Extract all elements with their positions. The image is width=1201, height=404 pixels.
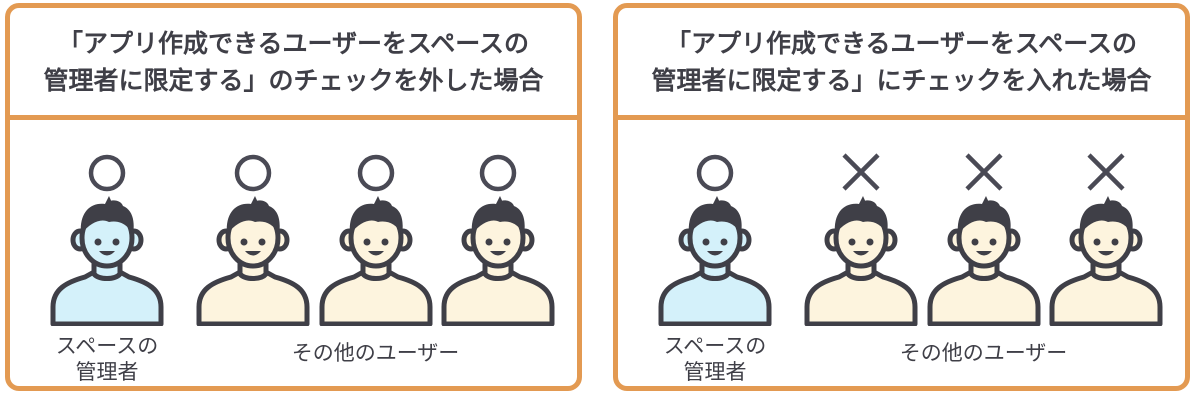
people-area: スペースの 管理者 その他のユーザー bbox=[10, 120, 577, 386]
people-area: スペースの 管理者 その他のユーザー bbox=[618, 120, 1185, 386]
cross-mark-icon bbox=[1087, 153, 1125, 191]
panel-title-line2: 管理者に限定する」のチェックを外した場合 bbox=[43, 65, 544, 95]
admin-label-line1: スペースの bbox=[55, 334, 159, 358]
cross-mark-icon bbox=[965, 153, 1003, 191]
circle-mark-icon bbox=[88, 154, 126, 192]
circle-mark-icon bbox=[357, 154, 395, 192]
circle-mark-icon bbox=[234, 154, 272, 192]
panel-title: 「アプリ作成できるユーザーをスペースの 管理者に限定する」にチェックを入れた場合 bbox=[618, 8, 1185, 120]
admin-person-icon bbox=[655, 196, 775, 326]
panel-title: 「アプリ作成できるユーザーをスペースの 管理者に限定する」のチェックを外した場合 bbox=[10, 8, 577, 120]
panel-checked: 「アプリ作成できるユーザーをスペースの 管理者に限定する」にチェックを入れた場合… bbox=[613, 3, 1190, 391]
panel-title-line1: 「アプリ作成できるユーザーをスペースの bbox=[665, 28, 1137, 58]
user-person-icon bbox=[438, 196, 558, 326]
user-person-icon bbox=[1046, 196, 1166, 326]
user-person-icon bbox=[801, 196, 921, 326]
admin-label-line2: 管理者 bbox=[683, 360, 747, 384]
admin-label-line2: 管理者 bbox=[75, 360, 139, 384]
user-person-icon bbox=[193, 196, 313, 326]
admin-label: スペースの 管理者 bbox=[47, 333, 167, 385]
panel-title-line1: 「アプリ作成できるユーザーをスペースの bbox=[57, 28, 529, 58]
users-label: その他のユーザー bbox=[899, 341, 1068, 365]
users-label: その他のユーザー bbox=[291, 341, 460, 365]
admin-person-icon bbox=[47, 196, 167, 326]
panel-unchecked: 「アプリ作成できるユーザーをスペースの 管理者に限定する」のチェックを外した場合… bbox=[5, 3, 582, 391]
admin-label-line1: スペースの bbox=[663, 334, 767, 358]
circle-mark-icon bbox=[479, 154, 517, 192]
admin-label: スペースの 管理者 bbox=[655, 333, 775, 385]
cross-mark-icon bbox=[842, 153, 880, 191]
circle-mark-icon bbox=[696, 154, 734, 192]
diagram: 「アプリ作成できるユーザーをスペースの 管理者に限定する」のチェックを外した場合… bbox=[0, 0, 1201, 404]
panel-title-line2: 管理者に限定する」にチェックを入れた場合 bbox=[651, 65, 1152, 95]
user-person-icon bbox=[316, 196, 436, 326]
user-person-icon bbox=[924, 196, 1044, 326]
